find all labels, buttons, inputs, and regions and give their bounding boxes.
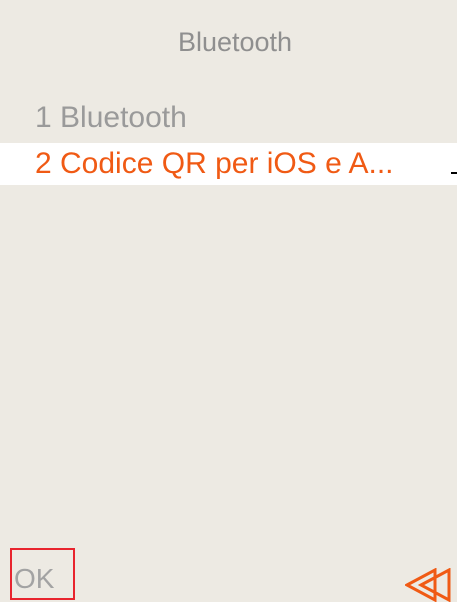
double-chevron-left-icon [405,568,451,602]
menu-item-qr-code[interactable]: 2 Codice QR per iOS e A... [0,143,457,185]
ok-button[interactable]: OK [10,548,75,600]
back-button[interactable] [405,568,453,602]
page-title: Bluetooth [177,27,293,57]
bluetooth-screen: Bluetooth 1 Bluetooth 2 Codice QR per iO… [0,0,457,602]
menu-item-bluetooth[interactable]: 1 Bluetooth [0,97,457,139]
scroll-indicator [451,172,457,174]
